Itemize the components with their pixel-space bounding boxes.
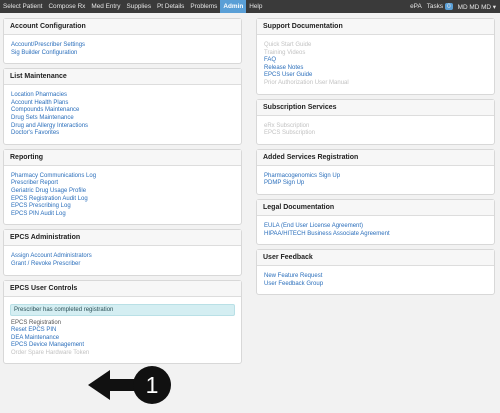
link-pdmp-sign-up[interactable]: PDMP Sign Up xyxy=(264,180,488,188)
panel-body: Quick Start Guide Training Videos FAQ Relea… xyxy=(257,35,494,94)
link-erx-subscription: eRx Subscription xyxy=(264,122,310,129)
panel-legal-documentation: Legal Documentation EULA (End User Licens… xyxy=(256,198,495,246)
link-prior-authorization-user-manual: Prior Authorization User Manual xyxy=(264,79,349,86)
link-reset-epcs-pin[interactable]: Reset EPCS PIN xyxy=(11,327,235,335)
panel-title: Reporting xyxy=(4,149,241,166)
link-new-feature-request[interactable]: New Feature Request xyxy=(264,273,488,281)
panel-title: Subscription Services xyxy=(257,99,494,116)
tasks-label: Tasks xyxy=(426,3,444,10)
panel-title: EPCS Administration xyxy=(4,230,241,247)
panel-title: Added Services Registration xyxy=(257,149,494,166)
link-quick-start-guide: Quick Start Guide xyxy=(264,42,312,48)
panel-title: Support Documentation xyxy=(257,19,494,35)
panel-body: Account/Prescriber Settings Sig Builder C… xyxy=(4,35,241,63)
link-pharmacogenomics-sign-up[interactable]: Pharmacogenomics Sign Up xyxy=(264,173,488,181)
link-geriatric-drug-usage-profile[interactable]: Geriatric Drug Usage Profile xyxy=(11,188,235,196)
step-callout: 1 xyxy=(88,366,171,404)
link-epcs-subscription: EPCS Subscription xyxy=(264,130,316,137)
nav-admin[interactable]: Admin xyxy=(220,0,247,13)
link-epcs-device-management[interactable]: EPCS Device Management xyxy=(11,342,235,350)
panel-title: EPCS User Controls xyxy=(4,280,241,297)
left-column: Account Configuration Account/Prescriber … xyxy=(3,18,242,368)
link-release-notes[interactable]: Release Notes xyxy=(264,65,488,73)
nav-med-entry[interactable]: Med Entry xyxy=(88,0,123,13)
right-column: Support Documentation Quick Start Guide Tr… xyxy=(256,18,495,299)
nav-supplies[interactable]: Supplies xyxy=(124,0,155,13)
panel-user-feedback: User Feedback New Feature Request User Fee… xyxy=(256,249,495,296)
link-epcs-user-guide[interactable]: EPCS User Guide xyxy=(264,72,488,80)
panel-epcs-administration: EPCS Administration Assign Account Admini… xyxy=(3,229,242,276)
link-drug-sets-maintenance[interactable]: Drug Sets Maintenance xyxy=(11,115,235,123)
panel-reporting: Reporting Pharmacy Communications Log Pres… xyxy=(3,148,242,226)
panel-title: User Feedback xyxy=(257,250,494,267)
top-navigation-bar: Select Patient Compose Rx Med Entry Supp… xyxy=(0,0,500,13)
panel-support-documentation: Support Documentation Quick Start Guide Tr… xyxy=(256,18,495,95)
link-dea-maintenance[interactable]: DEA Maintenance xyxy=(11,335,235,343)
link-faq[interactable]: FAQ xyxy=(264,57,488,65)
nav-pt-details[interactable]: Pt Details xyxy=(154,0,187,13)
panel-title: Legal Documentation xyxy=(257,199,494,216)
panel-account-configuration: Account Configuration Account/Prescriber … xyxy=(3,18,242,65)
nav-problems[interactable]: Problems xyxy=(187,0,220,13)
link-compounds-maintenance[interactable]: Compounds Maintenance xyxy=(11,107,235,115)
panel-body: Location Pharmacies Account Health Plans C… xyxy=(4,85,241,144)
link-epcs-pin-audit-log[interactable]: EPCS PIN Audit Log xyxy=(11,211,235,219)
link-hipaa-hitech-business-associate-agreement[interactable]: HIPAA/HITECH Business Associate Agreemen… xyxy=(264,231,488,239)
link-user-feedback-group[interactable]: User Feedback Group xyxy=(264,281,488,289)
nav-help[interactable]: Help xyxy=(246,0,265,13)
panel-body: EULA (End User License Agreement) HIPAA/H… xyxy=(257,216,494,244)
panel-list-maintenance: List Maintenance Location Pharmacies Accou… xyxy=(3,68,242,145)
link-account-health-plans[interactable]: Account Health Plans xyxy=(11,100,235,108)
link-training-videos: Training Videos xyxy=(264,49,306,56)
panel-epcs-user-controls: EPCS User Controls Prescriber has complet… xyxy=(3,279,242,365)
panel-title: List Maintenance xyxy=(4,69,241,86)
link-doctor-s-favorites[interactable]: Doctor's Favorites xyxy=(11,130,235,138)
nav-compose-rx[interactable]: Compose Rx xyxy=(45,0,88,13)
panel-subscription-services: Subscription Services eRx Subscription EPC… xyxy=(256,98,495,145)
panel-body: eRx Subscription EPCS Subscription xyxy=(257,116,494,144)
panel-title: Account Configuration xyxy=(4,19,241,35)
link-sig-builder-configuration[interactable]: Sig Builder Configuration xyxy=(11,50,235,58)
user-menu[interactable]: MD MD MD ▾ xyxy=(458,3,496,11)
topbar-right: ePA Tasks 0 MD MD MD ▾ xyxy=(410,0,496,13)
panel-body: New Feature Request User Feedback Group xyxy=(257,266,494,294)
link-grant-revoke-prescriber[interactable]: Grant / Revoke Prescriber xyxy=(11,261,235,269)
link-drug-and-allergy-interactions[interactable]: Drug and Allergy Interactions xyxy=(11,123,235,131)
link-order-spare-hardware-token: Order Spare Hardware Token xyxy=(11,349,90,356)
link-prescriber-report[interactable]: Prescriber Report xyxy=(11,180,235,188)
panel-body: Pharmacogenomics Sign Up PDMP Sign Up xyxy=(257,166,494,194)
tasks-link[interactable]: Tasks 0 xyxy=(427,3,453,10)
panel-body: Assign Account Administrators Grant / Rev… xyxy=(4,246,241,274)
link-eula-end-user-license-agreement[interactable]: EULA (End User License Agreement) xyxy=(264,223,488,231)
link-pharmacy-communications-log[interactable]: Pharmacy Communications Log xyxy=(11,173,235,181)
tasks-count-badge: 0 xyxy=(445,3,453,10)
link-epcs-prescribing-log[interactable]: EPCS Prescribing Log xyxy=(11,203,235,211)
nav-select-patient[interactable]: Select Patient xyxy=(0,0,45,13)
epa-link[interactable]: ePA xyxy=(410,3,422,10)
panel-added-services-registration: Added Services Registration Pharmacogenom… xyxy=(256,148,495,195)
link-assign-account-administrators[interactable]: Assign Account Administrators xyxy=(11,253,235,261)
registration-status-notice: Prescriber has completed registration xyxy=(10,303,235,316)
label-epcs-registration: EPCS Registration xyxy=(11,319,62,326)
link-location-pharmacies[interactable]: Location Pharmacies xyxy=(11,92,235,100)
callout-number: 1 xyxy=(146,372,159,398)
link-account-prescriber-settings[interactable]: Account/Prescriber Settings xyxy=(11,42,235,50)
main-menu: Select Patient Compose Rx Med Entry Supp… xyxy=(0,0,265,13)
link-epcs-registration-audit-log[interactable]: EPCS Registration Audit Log xyxy=(11,196,235,204)
panel-body: Prescriber has completed registration EPC… xyxy=(4,297,241,364)
panel-body: Pharmacy Communications Log Prescriber Re… xyxy=(4,166,241,225)
